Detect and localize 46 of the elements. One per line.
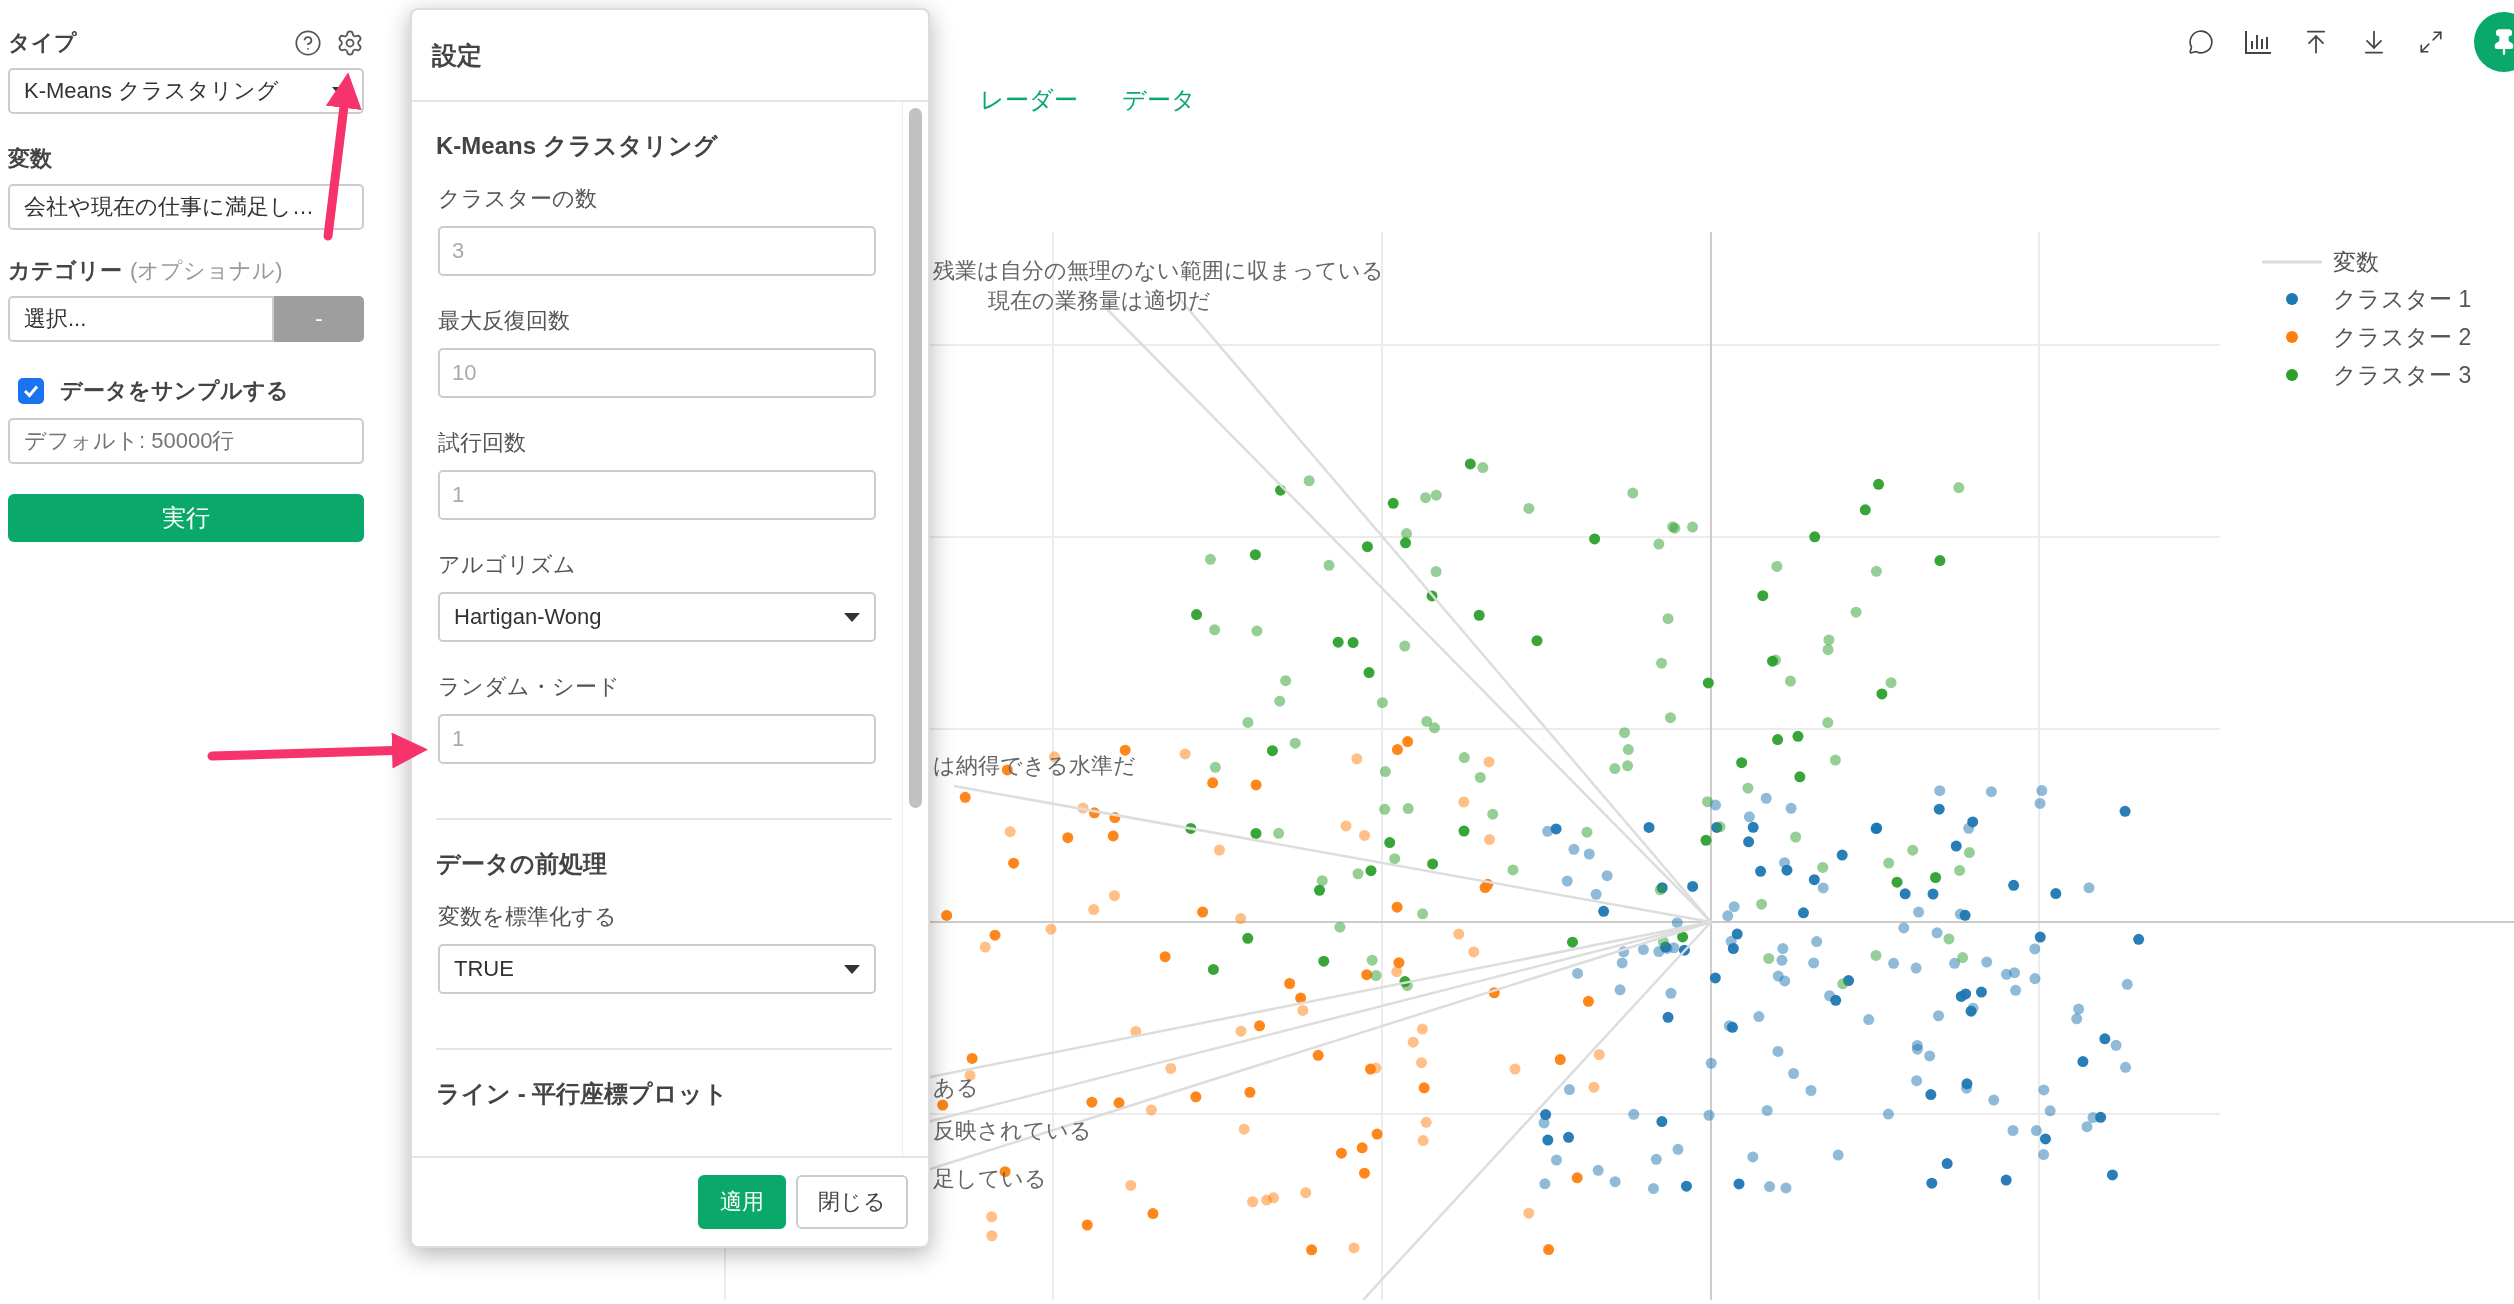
section-title: K-Means クラスタリング (436, 131, 719, 161)
field-label: クラスターの数 (438, 185, 598, 213)
close-button[interactable]: 閉じる (796, 1175, 908, 1229)
variable-label: 反映されている (933, 1118, 1092, 1143)
legend-title: 変数 (2333, 249, 2379, 275)
field-label: 変数を標準化する (438, 903, 618, 931)
field-label: ランダム・シード (438, 673, 621, 701)
settings-icon[interactable] (336, 29, 364, 57)
sample-label: データをサンプルする (60, 377, 289, 405)
category-label: カテゴリー (8, 258, 122, 283)
category-select[interactable]: 選択... (8, 296, 274, 342)
select-field[interactable]: TRUE (438, 944, 876, 994)
input-field[interactable]: 1 (438, 714, 876, 764)
field-label: 試行回数 (438, 429, 527, 457)
caret-icon (844, 964, 860, 974)
expand-icon[interactable] (2418, 29, 2444, 55)
scrollbar-thumb[interactable] (909, 108, 922, 808)
legend-label: クラスター 2 (2333, 324, 2472, 350)
comment-icon[interactable] (2188, 29, 2214, 55)
variables-field[interactable]: 会社や現在の仕事に満足し… (8, 184, 364, 230)
input-field[interactable]: 10 (438, 348, 876, 398)
section-title: データの前処理 (436, 849, 608, 879)
section-title: ライン - 平行座標プロット (436, 1079, 730, 1109)
type-label: タイプ (8, 29, 77, 57)
help-icon[interactable] (294, 29, 322, 57)
legend-label: クラスター 3 (2333, 362, 2472, 388)
sample-checkbox[interactable] (18, 378, 44, 404)
variable-label: 足している (933, 1166, 1047, 1191)
legend-label: クラスター 1 (2333, 286, 2472, 312)
type-select[interactable]: K-Means クラスタリング (8, 68, 364, 114)
dialog-title: 設定 (432, 39, 482, 71)
variable-label: ある (933, 1075, 979, 1100)
input-field[interactable]: 1 (438, 470, 876, 520)
field-label: アルゴリズム (438, 551, 577, 579)
input-field[interactable]: 3 (438, 226, 876, 276)
sample-rows-field[interactable]: デフォルト: 50000行 (8, 418, 364, 464)
variable-label: は納得できる水準だ (933, 753, 1136, 778)
variable-label: 残業は自分の無理のない範囲に収まっている (933, 258, 1384, 283)
legend-line-icon (2262, 260, 2322, 264)
variables-label: 変数 (8, 145, 52, 173)
field-label: 最大反復回数 (438, 307, 571, 335)
bar-chart-icon[interactable] (2244, 29, 2272, 55)
optional-hint: (オプショナル) (130, 258, 283, 283)
variable-label: 現在の業務量は適切だ (988, 288, 1211, 313)
select-field[interactable]: Hartigan-Wong (438, 592, 876, 642)
caret-icon (844, 612, 860, 622)
